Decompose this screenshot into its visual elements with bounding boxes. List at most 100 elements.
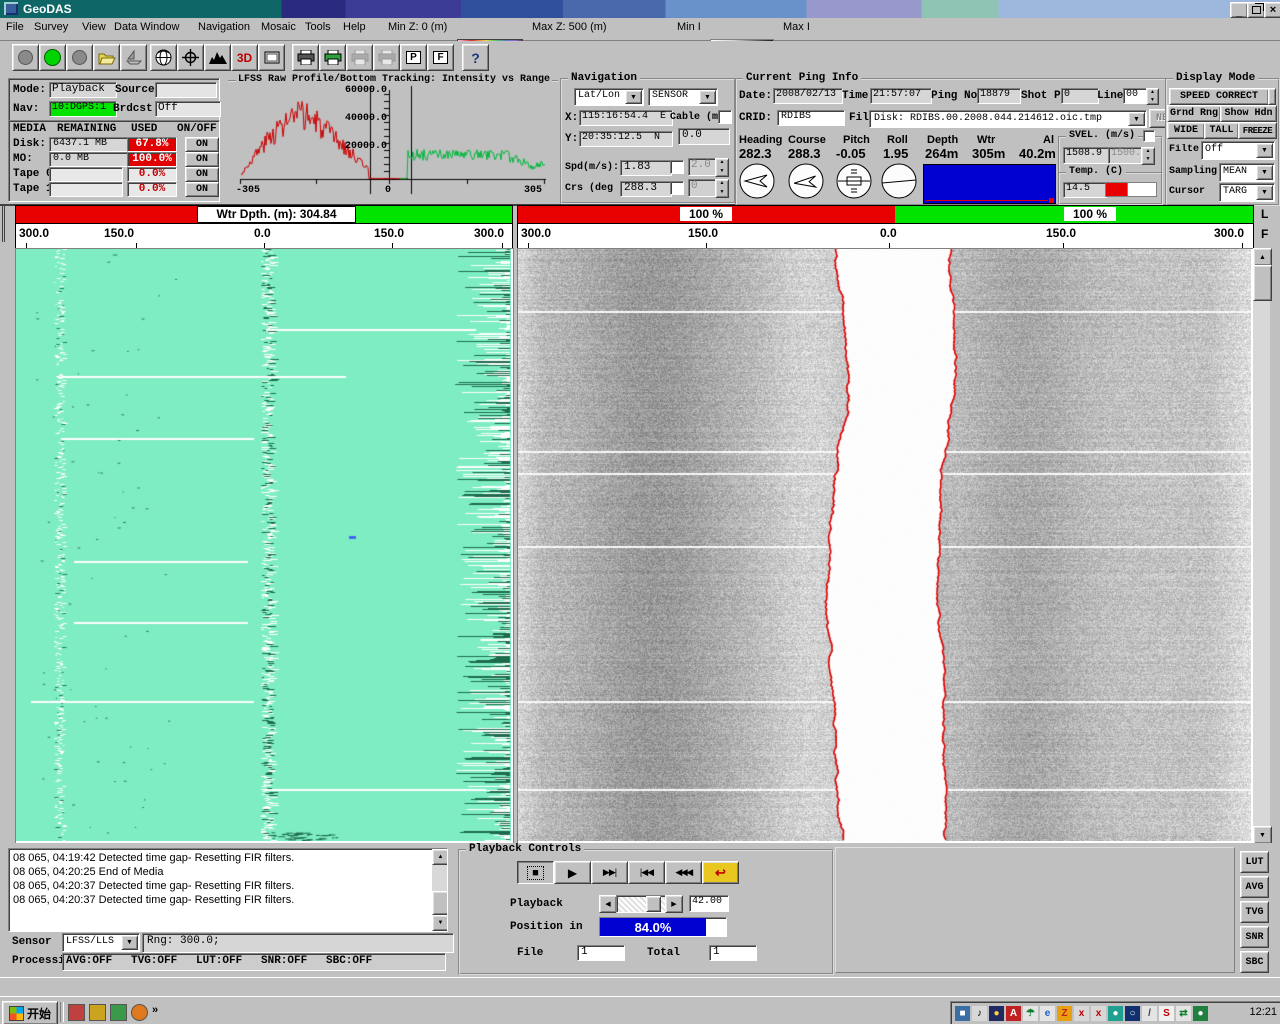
speed-correct-button[interactable]: SPEED CORRECT	[1169, 88, 1269, 105]
stop-button[interactable]: ■	[517, 861, 554, 884]
log-scroll-up-button[interactable]: ▲	[432, 849, 448, 865]
tall-button[interactable]: TALL	[1204, 122, 1239, 139]
menu-mosaic[interactable]: Mosaic	[261, 21, 296, 33]
menu-help[interactable]: Help	[343, 21, 366, 33]
sonar-waterfall-display[interactable]	[518, 249, 1251, 841]
log-scrollbar[interactable]: ▲ ▼	[432, 849, 447, 929]
vessel-config-button[interactable]	[120, 44, 147, 71]
show-hdn-button[interactable]: Show Hdn	[1220, 105, 1277, 122]
tray-globe-icon[interactable]: ●	[1108, 1006, 1123, 1021]
menu-navigation[interactable]: Navigation	[198, 21, 250, 33]
chevron-down-icon[interactable]: ▼	[625, 90, 642, 104]
tray-ati-icon[interactable]: A	[1006, 1006, 1021, 1021]
tray-display-icon[interactable]: ■	[955, 1006, 970, 1021]
seafloor-map-button[interactable]	[204, 44, 231, 71]
quicklaunch-media-icon[interactable]	[68, 1004, 85, 1021]
tray-sync-icon[interactable]: ⇄	[1176, 1006, 1191, 1021]
grnd-rng-button[interactable]: Grnd Rng	[1167, 105, 1221, 122]
print-setup-button[interactable]	[373, 44, 400, 71]
tray-network-error-icon[interactable]: x	[1074, 1006, 1089, 1021]
start-playback-button[interactable]	[39, 44, 66, 71]
profile-p-button[interactable]: P	[400, 44, 427, 71]
chevron-down-icon[interactable]: ▼	[699, 90, 716, 104]
waterfall-scrollbar[interactable]: ▲ ▼	[1253, 248, 1270, 842]
cursor-dropdown[interactable]: TARG ▼	[1219, 183, 1275, 202]
sampling-dropdown[interactable]: MEAN ▼	[1219, 163, 1275, 182]
slider-left-button[interactable]: ◀	[599, 895, 617, 913]
media-on-button[interactable]: ON	[185, 182, 219, 197]
freeze-button[interactable]: FREEZE	[1238, 122, 1277, 139]
log-scroll-down-button[interactable]: ▼	[432, 915, 448, 931]
menu-file[interactable]: File	[6, 21, 24, 33]
title-bar[interactable]: GeoDAS _ ×	[0, 0, 1280, 18]
chevron-down-icon[interactable]: ▼	[1256, 185, 1273, 200]
chevron-down-icon[interactable]: ▼	[121, 935, 138, 950]
filter-dropdown[interactable]: Off ▼	[1201, 141, 1275, 160]
minimize-button[interactable]: _	[1230, 2, 1248, 18]
spd-override-checkbox[interactable]	[670, 160, 684, 174]
fast-rewind-button[interactable]: ◀◀◀	[665, 861, 702, 884]
svel-checkbox[interactable]	[1143, 130, 1155, 142]
print-color-button[interactable]	[319, 44, 346, 71]
crs-override-checkbox[interactable]	[670, 181, 684, 195]
close-button[interactable]: ×	[1264, 2, 1280, 18]
speed-slider-track[interactable]	[616, 895, 666, 913]
sbc-button[interactable]: SBC	[1240, 951, 1269, 973]
cable-checkbox[interactable]	[718, 110, 732, 124]
nav-source-dropdown[interactable]: SENSOR ▼	[648, 88, 718, 106]
tray-sygate-icon[interactable]: S	[1159, 1006, 1174, 1021]
view-3d-button[interactable]: 3D	[231, 44, 258, 71]
start-button[interactable]: 开始	[2, 1001, 58, 1024]
file-dropdown[interactable]: Disk: RDIBS.00.2008.044.214612.oic.tmp ▼	[869, 110, 1147, 128]
line-spinner[interactable]: ▲▼	[1146, 88, 1159, 105]
tray-power-icon[interactable]: Z	[1057, 1006, 1072, 1021]
message-log[interactable]: 08 065, 04:19:42 Detected time gap- Rese…	[8, 848, 448, 932]
tray-agent-icon[interactable]: ●	[989, 1006, 1004, 1021]
scroll-up-button[interactable]: ▲	[1253, 248, 1272, 266]
quicklaunch-desktop-icon[interactable]	[89, 1004, 106, 1021]
tray-ie-icon[interactable]: e	[1040, 1006, 1055, 1021]
scroll-thumb[interactable]	[1253, 265, 1272, 301]
play-button[interactable]: ▶	[554, 861, 591, 884]
target-cursor-button[interactable]	[177, 44, 204, 71]
tray-volume-icon[interactable]: ♪	[972, 1006, 987, 1021]
print-button[interactable]	[292, 44, 319, 71]
quicklaunch-ie-icon[interactable]	[110, 1004, 127, 1021]
crs-spinner[interactable]: ▲▼	[715, 179, 729, 198]
stop-record-button[interactable]	[12, 44, 39, 71]
speed-correct-aux-button[interactable]	[1268, 88, 1276, 105]
quicklaunch-player-icon[interactable]	[131, 1004, 148, 1021]
snr-button[interactable]: SNR	[1240, 926, 1269, 948]
log-scroll-thumb[interactable]	[432, 891, 448, 915]
avg-button[interactable]: AVG	[1240, 876, 1269, 898]
tray-clock[interactable]: 12:21	[1249, 1006, 1277, 1018]
lut-button[interactable]: LUT	[1240, 851, 1269, 873]
chevron-down-icon[interactable]: ▼	[1256, 143, 1273, 158]
pause-record-button[interactable]	[66, 44, 93, 71]
window-layout-button[interactable]	[258, 44, 285, 71]
chevron-down-icon[interactable]: ▼	[1128, 112, 1145, 126]
tvg-button[interactable]: TVG	[1240, 901, 1269, 923]
help-button[interactable]: ?	[462, 44, 489, 71]
tray-antivirus-icon[interactable]: ☂	[1023, 1006, 1038, 1021]
menu-view[interactable]: View	[82, 21, 106, 33]
quicklaunch-overflow-chevron[interactable]: »	[152, 1004, 158, 1016]
slider-right-button[interactable]: ▶	[665, 895, 683, 913]
world-view-button[interactable]	[150, 44, 177, 71]
svel-spinner[interactable]: ▲▼	[1141, 147, 1155, 165]
tray-pen-icon[interactable]: /	[1142, 1006, 1157, 1021]
menu-data-window[interactable]: Data Window	[114, 21, 179, 33]
rewind-to-start-button[interactable]: |◀◀	[628, 861, 665, 884]
sensor-dropdown[interactable]: LFSS/LLS ▼	[62, 933, 140, 952]
spd-spinner[interactable]: ▲▼	[715, 158, 729, 177]
speed-value-field[interactable]: 42.00	[689, 895, 729, 912]
media-on-button[interactable]: ON	[185, 167, 219, 182]
close-file-button[interactable]: ↩	[702, 861, 739, 884]
scroll-down-button[interactable]: ▼	[1253, 826, 1272, 844]
tray-scheduler-icon[interactable]: ○	[1125, 1006, 1140, 1021]
menu-tools[interactable]: Tools	[305, 21, 331, 33]
fast-forward-button[interactable]: ▶▶|	[591, 861, 628, 884]
coord-format-dropdown[interactable]: Lat/Lon ▼	[574, 88, 644, 106]
speed-slider-thumb[interactable]	[646, 896, 661, 912]
tray-monitor-icon[interactable]: ●	[1193, 1006, 1208, 1021]
